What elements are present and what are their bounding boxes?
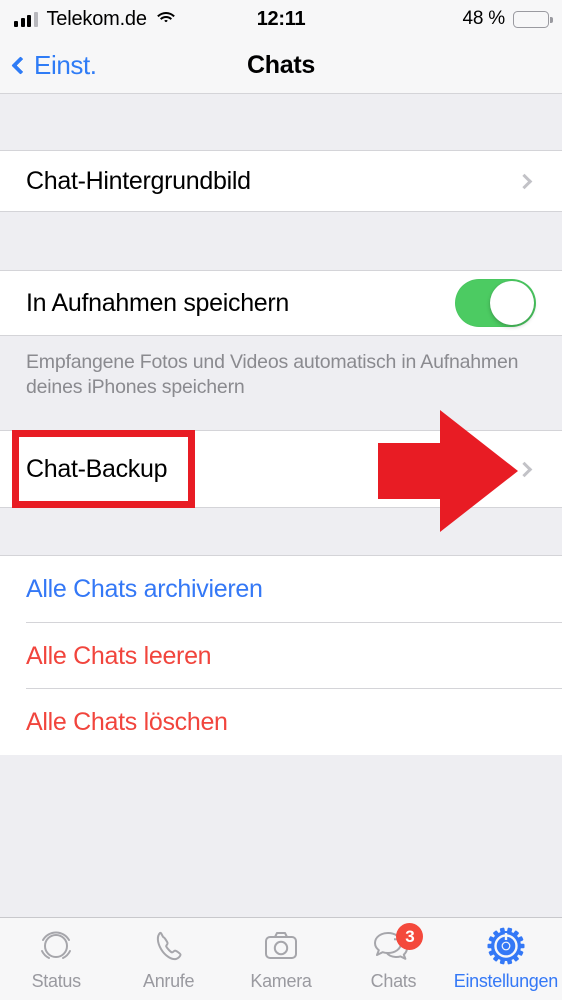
row-delete-all-chats-label: Alle Chats löschen — [26, 707, 228, 736]
tab-camera[interactable]: Kamera — [225, 918, 337, 1000]
tab-camera-label: Kamera — [250, 971, 312, 991]
section-backup: Chat-Backup — [0, 430, 562, 508]
tab-settings[interactable]: Einstellungen — [450, 918, 562, 1000]
chats-unread-badge: 3 — [396, 923, 424, 950]
section-chat-actions: Alle Chats archivieren Alle Chats leeren… — [0, 555, 562, 755]
status-bar-right: 48 % — [462, 8, 553, 30]
section-wallpaper: Chat-Hintergrundbild — [0, 150, 562, 212]
section-gap-2 — [0, 212, 562, 270]
tab-calls[interactable]: Anrufe — [112, 918, 224, 1000]
row-chat-wallpaper-label: Chat-Hintergrundbild — [26, 166, 251, 195]
phone-screen: Telekom.de 12:11 48 % Einst. Chats Chat-… — [0, 0, 562, 1000]
status-bar: Telekom.de 12:11 48 % — [0, 0, 562, 38]
chevron-right-icon — [516, 461, 533, 477]
phone-icon — [147, 926, 191, 966]
page-title: Chats — [247, 51, 315, 79]
row-archive-all-chats[interactable]: Alle Chats archivieren — [0, 556, 562, 623]
tab-settings-label: Einstellungen — [453, 971, 558, 991]
section-gap-1 — [0, 95, 562, 150]
row-save-to-camera-roll[interactable]: In Aufnahmen speichern — [0, 271, 562, 335]
battery-icon — [513, 10, 553, 28]
chats-icon: 3 — [371, 923, 424, 966]
media-save-footnote: Empfangene Fotos und Videos automatisch … — [0, 336, 562, 430]
row-chat-backup[interactable]: Chat-Backup — [0, 431, 562, 507]
tab-status-label: Status — [31, 971, 82, 991]
row-archive-all-chats-label: Alle Chats archivieren — [26, 575, 263, 603]
status-icon — [34, 926, 78, 966]
tab-bar: Status Anrufe Kamera 3 Chats Einstellung… — [0, 917, 562, 1000]
toggle-knob — [490, 281, 534, 325]
row-chat-wallpaper[interactable]: Chat-Hintergrundbild — [0, 151, 562, 211]
tab-status[interactable]: Status — [0, 918, 112, 1000]
battery-percent-label: 48 % — [462, 8, 505, 29]
tab-chats-label: Chats — [370, 971, 417, 991]
row-delete-all-chats[interactable]: Alle Chats löschen — [0, 689, 562, 755]
tab-calls-label: Anrufe — [142, 971, 195, 991]
navigation-bar: Einst. Chats — [0, 38, 562, 94]
row-clear-all-chats-label: Alle Chats leeren — [26, 641, 212, 670]
save-to-camera-roll-toggle[interactable] — [455, 279, 536, 327]
gear-icon — [484, 926, 528, 966]
row-chat-backup-label: Chat-Backup — [26, 454, 168, 483]
section-gap-3 — [0, 508, 562, 555]
chevron-right-icon — [516, 173, 533, 189]
tab-chats[interactable]: 3 Chats — [337, 918, 449, 1000]
row-save-to-camera-roll-label: In Aufnahmen speichern — [26, 288, 290, 317]
camera-icon — [259, 926, 303, 966]
row-clear-all-chats[interactable]: Alle Chats leeren — [0, 623, 562, 689]
section-media-save: In Aufnahmen speichern — [0, 270, 562, 336]
